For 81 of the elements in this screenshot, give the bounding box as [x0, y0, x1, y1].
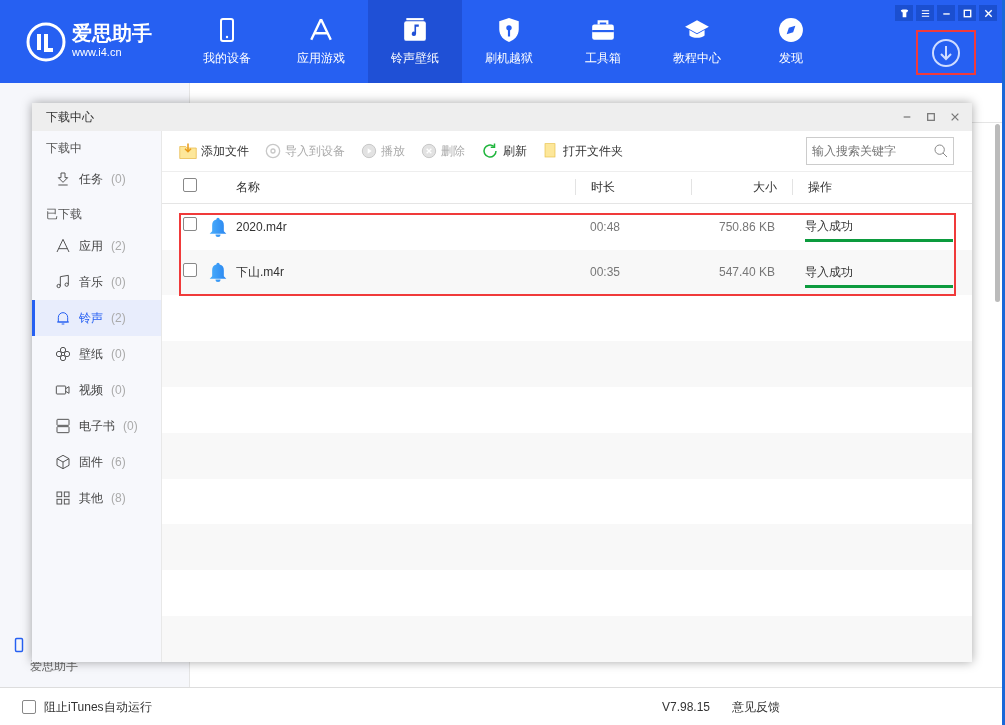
file-name: 2020.m4r [236, 219, 287, 234]
compass-icon [778, 16, 804, 43]
feedback-link[interactable]: 意见反馈 [732, 697, 780, 716]
download-button[interactable] [916, 30, 976, 75]
shirt-icon [898, 7, 910, 19]
column-header: 操作 [808, 180, 832, 195]
nav-tab[interactable]: 我的设备 [180, 0, 274, 83]
toolbar-button[interactable]: 刷新 [481, 142, 527, 161]
duration-text: 00:48 [590, 219, 621, 234]
download-icon [931, 37, 961, 68]
bell-icon [208, 215, 228, 238]
app-store-icon [55, 237, 71, 254]
sidebar-item[interactable]: 其他 (8) [32, 479, 161, 516]
grid-icon [55, 489, 71, 506]
status-text: 导入成功 [805, 263, 854, 281]
shield-icon [496, 16, 522, 43]
folder-icon [179, 142, 197, 161]
nav-tab[interactable]: 工具箱 [556, 0, 650, 83]
flower-icon [55, 345, 71, 362]
website-url: www.i4.cn [72, 45, 123, 61]
duration-text: 00:35 [590, 265, 621, 280]
checkbox-label: 阻止iTunes自动运行 [44, 698, 152, 716]
stacked-panels-icon [55, 417, 71, 434]
cube-icon [55, 453, 71, 470]
sidebar-item[interactable]: 音乐 (0) [32, 263, 161, 300]
column-header: 时长 [591, 180, 615, 195]
size-text: 547.40 KB [718, 265, 775, 280]
sidebar-item[interactable]: 固件 (6) [32, 443, 161, 480]
nav-tab[interactable]: 发现 [744, 0, 838, 83]
maximize-button[interactable] [958, 5, 976, 21]
bell-icon [208, 261, 228, 284]
bell-icon [55, 309, 71, 326]
shirt-button[interactable] [895, 5, 913, 21]
close-icon [950, 112, 960, 122]
sidebar-item[interactable]: 任务 (0) [32, 161, 161, 198]
toolbar-button[interactable]: 打开文件夹 [543, 142, 623, 161]
minimize-button[interactable] [937, 5, 955, 21]
sidebar-item[interactable]: 电子书 (0) [32, 407, 161, 444]
checkbox[interactable] [22, 699, 36, 714]
file-name: 下山.m4r [236, 265, 284, 280]
sidebar-item[interactable]: 视频 (0) [32, 371, 161, 408]
checkbox[interactable] [183, 177, 197, 192]
play-icon [361, 143, 377, 160]
phone-icon [12, 636, 26, 654]
sidebar-item[interactable]: 铃声 (2) [32, 299, 161, 336]
sidebar-item[interactable]: 壁纸 (0) [32, 335, 161, 372]
search-icon [933, 143, 949, 160]
toolbar-button[interactable]: 添加文件 [179, 142, 249, 161]
nav-tab[interactable]: 刷机越狱 [462, 0, 556, 83]
column-header: 名称 [236, 180, 260, 195]
logo-icon [26, 21, 66, 62]
music-note-icon [402, 16, 428, 43]
app-store-icon [308, 16, 334, 43]
search-field[interactable]: 输入搜索关键字 [806, 137, 954, 166]
section-heading: 下载中 [45, 141, 83, 156]
delete-icon [421, 143, 437, 160]
dialog-title: 下载中心 [46, 109, 94, 126]
version-text: V7.98.15 [661, 698, 710, 716]
menu-icon [919, 7, 931, 19]
size-text: 750.86 KB [718, 219, 775, 234]
disc-icon [265, 143, 281, 160]
scrollbar[interactable] [995, 124, 1000, 302]
nav-tab[interactable]: 教程中心 [650, 0, 744, 83]
maximize-icon [926, 112, 936, 122]
close-button[interactable] [979, 5, 997, 21]
checkbox[interactable] [183, 217, 197, 232]
download-icon [55, 171, 71, 188]
checkbox[interactable] [183, 262, 197, 277]
menu-button[interactable] [916, 5, 934, 21]
maximize-icon [961, 7, 973, 19]
nav-tab[interactable]: 应用游戏 [274, 0, 368, 83]
section-heading: 已下载 [45, 207, 83, 223]
column-header: 大小 [753, 180, 777, 195]
folder-icon [543, 142, 559, 161]
nav-tab[interactable]: 铃声壁纸 [368, 0, 462, 83]
sidebar-item[interactable]: 应用 (2) [32, 227, 161, 264]
status-text: 导入成功 [805, 218, 854, 236]
refresh-icon [481, 142, 499, 161]
app-title: 爱思助手 [72, 22, 152, 45]
music-note-icon [55, 273, 71, 290]
close-icon [982, 7, 994, 19]
